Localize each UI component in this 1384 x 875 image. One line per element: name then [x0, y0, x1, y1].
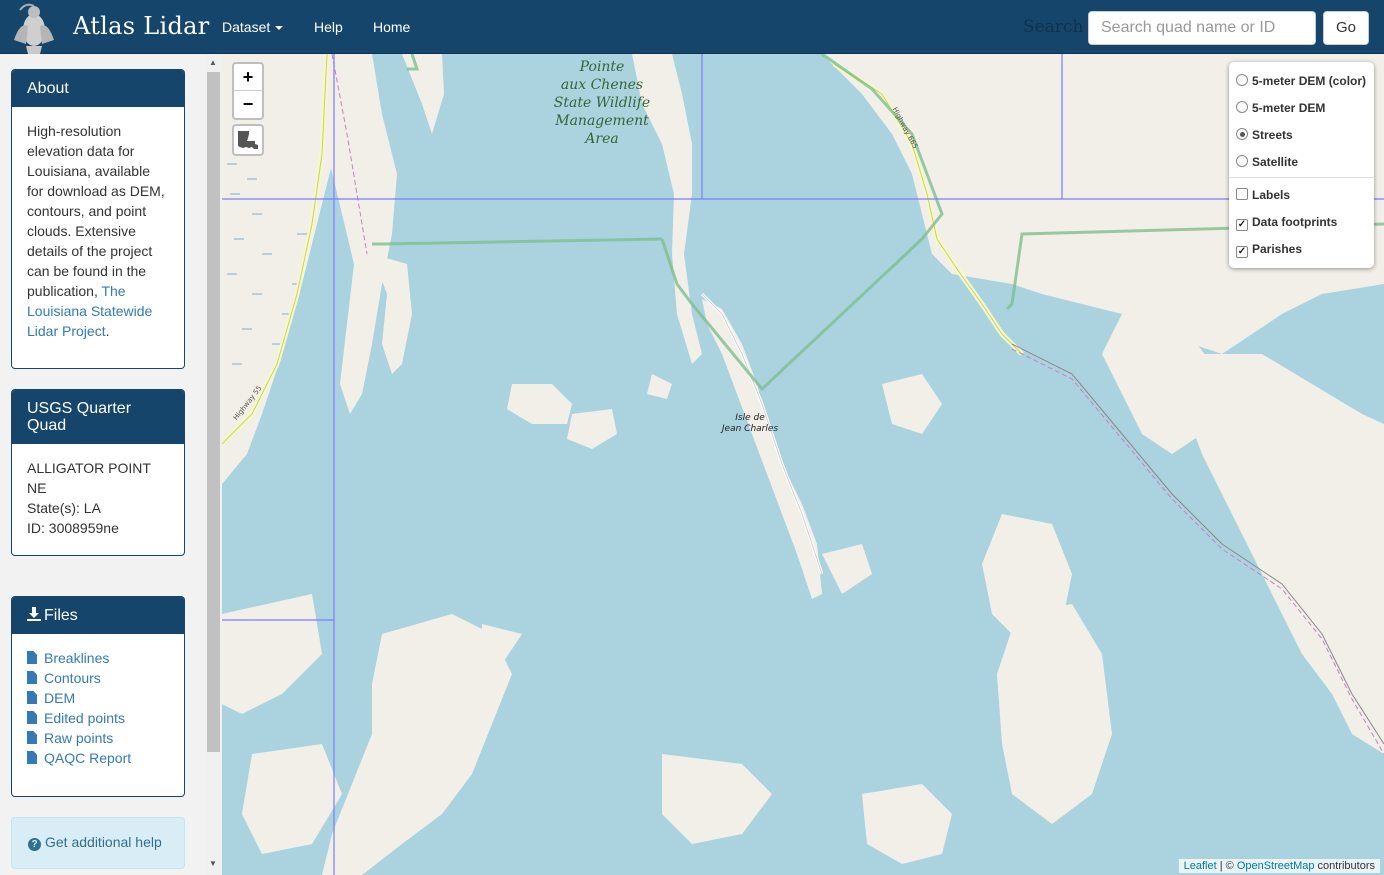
layer-option-dem-color[interactable]: 5-meter DEM (color): [1236, 72, 1366, 90]
leaflet-link[interactable]: Leaflet: [1184, 860, 1217, 872]
osm-link[interactable]: OpenStreetMap: [1237, 860, 1315, 872]
quad-panel: USGS Quarter Quad ALLIGATOR POINT NE Sta…: [11, 389, 185, 556]
quad-panel-title: USGS Quarter Quad: [12, 390, 184, 444]
overlay-label: Parishes: [1252, 242, 1303, 256]
layer-option-satellite[interactable]: Satellite: [1236, 153, 1298, 171]
files-panel: Files Breaklines Contours DEM Edited poi…: [11, 596, 185, 797]
map-attribution: Leaflet | © OpenStreetMap contributors: [1178, 859, 1380, 873]
nav-help-link[interactable]: Help: [314, 19, 343, 35]
town-label-line: Isle de: [735, 413, 765, 423]
scroll-down-arrow-icon[interactable]: ▼: [209, 859, 217, 868]
layer-divider: [1229, 177, 1374, 178]
file-link-breaklines[interactable]: Breaklines: [27, 648, 169, 668]
nav-dataset-dropdown[interactable]: Dataset: [222, 19, 284, 35]
layer-option-streets[interactable]: Streets: [1236, 126, 1293, 144]
layer-option-dem[interactable]: 5-meter DEM: [1236, 99, 1325, 117]
checkbox[interactable]: [1236, 188, 1248, 200]
wildlife-area-line: Area: [585, 131, 619, 147]
file-icon: [27, 671, 37, 684]
brand-title[interactable]: Atlas Lidar: [73, 12, 210, 40]
layer-label: 5-meter DEM (color): [1252, 74, 1367, 88]
layer-label: Satellite: [1252, 155, 1299, 169]
wildlife-area-label: Pointe aux Chenes State Wildlife Managem…: [552, 58, 652, 148]
wildlife-area-line: Pointe: [579, 59, 625, 75]
overlay-option-parishes[interactable]: ✓ Parishes: [1236, 240, 1302, 258]
file-label: Edited points: [44, 710, 125, 726]
louisiana-state-button[interactable]: [232, 124, 264, 156]
navbar: Atlas Lidar Dataset Help Home Search Go: [0, 0, 1384, 54]
help-button[interactable]: ? Get additional help: [11, 817, 185, 869]
file-link-qaqc-report[interactable]: QAQC Report: [27, 748, 169, 768]
file-label: Contours: [44, 670, 101, 686]
zoom-in-button[interactable]: +: [234, 64, 262, 90]
wildlife-area-line: State Wildlife: [553, 95, 651, 111]
file-icon: [27, 731, 37, 744]
caret-down-icon: [275, 26, 284, 31]
nav-dataset-label: Dataset: [222, 19, 271, 35]
attribution-separator: | ©: [1216, 860, 1237, 872]
quad-states: State(s): LA: [27, 500, 101, 516]
wildlife-area-line: Management: [555, 113, 649, 129]
about-text: High-resolution elevation data for Louis…: [27, 123, 165, 299]
louisiana-icon: [238, 131, 258, 149]
layer-label: 5-meter DEM: [1252, 101, 1326, 115]
file-link-raw-points[interactable]: Raw points: [27, 728, 169, 748]
download-icon: [27, 607, 41, 621]
search-label: Search: [1023, 17, 1084, 37]
overlay-label: Labels: [1252, 188, 1291, 202]
nav-home-link[interactable]: Home: [373, 19, 410, 35]
about-text-end: .: [105, 323, 110, 339]
checkbox-checked[interactable]: ✓: [1236, 246, 1248, 258]
file-link-edited-points[interactable]: Edited points: [27, 708, 169, 728]
about-panel-title: About: [12, 70, 184, 107]
file-icon: [27, 691, 37, 704]
scrollbar-thumb[interactable]: [207, 72, 220, 752]
radio-button-selected[interactable]: [1236, 128, 1248, 140]
radio-button[interactable]: [1236, 101, 1248, 113]
about-panel-body: High-resolution elevation data for Louis…: [12, 107, 184, 355]
files-panel-title: Files: [44, 607, 78, 624]
town-label: Isle de Jean Charles: [718, 413, 782, 435]
overlay-option-labels[interactable]: Labels: [1236, 186, 1290, 204]
town-label-line: Jean Charles: [721, 424, 779, 434]
zoom-out-button[interactable]: −: [234, 90, 262, 117]
quad-panel-body: ALLIGATOR POINT NE State(s): LA ID: 3008…: [12, 444, 184, 552]
overlay-option-data-footprints[interactable]: ✓ Data footprints: [1236, 213, 1337, 231]
help-label: Get additional help: [45, 834, 162, 850]
map[interactable]: Pointe aux Chenes State Wildlife Managem…: [222, 54, 1384, 875]
zoom-control: + −: [232, 62, 264, 120]
radio-button[interactable]: [1236, 155, 1248, 167]
file-label: Raw points: [44, 730, 114, 746]
file-label: QAQC Report: [44, 750, 132, 766]
files-panel-heading: Files: [12, 597, 184, 634]
file-label: DEM: [44, 690, 76, 706]
file-link-contours[interactable]: Contours: [27, 668, 169, 688]
file-icon: [27, 651, 37, 664]
quad-id: ID: 3008959ne: [27, 520, 119, 536]
file-label: Breaklines: [44, 650, 110, 666]
attribution-suffix: contributors: [1314, 860, 1375, 872]
about-panel: About High-resolution elevation data for…: [11, 69, 185, 369]
checkbox-checked[interactable]: ✓: [1236, 219, 1248, 231]
files-list: Breaklines Contours DEM Edited points Ra…: [12, 634, 184, 782]
question-circle-icon: ?: [28, 838, 41, 851]
layer-control: 5-meter DEM (color) 5-meter DEM Streets …: [1229, 62, 1374, 268]
file-icon: [27, 751, 37, 764]
file-link-dem[interactable]: DEM: [27, 688, 169, 708]
file-icon: [27, 711, 37, 724]
search-input[interactable]: [1088, 11, 1316, 45]
wildlife-area-line: aux Chenes: [560, 77, 644, 93]
go-button[interactable]: Go: [1323, 11, 1369, 45]
quad-name: ALLIGATOR POINT NE: [27, 460, 151, 496]
radio-button[interactable]: [1236, 74, 1248, 86]
overlay-label: Data footprints: [1252, 215, 1338, 229]
statue-logo-icon[interactable]: [6, 0, 62, 54]
map-tiles: [222, 54, 1384, 875]
scroll-up-arrow-icon[interactable]: ▲: [209, 58, 217, 67]
layer-label: Streets: [1252, 128, 1293, 142]
